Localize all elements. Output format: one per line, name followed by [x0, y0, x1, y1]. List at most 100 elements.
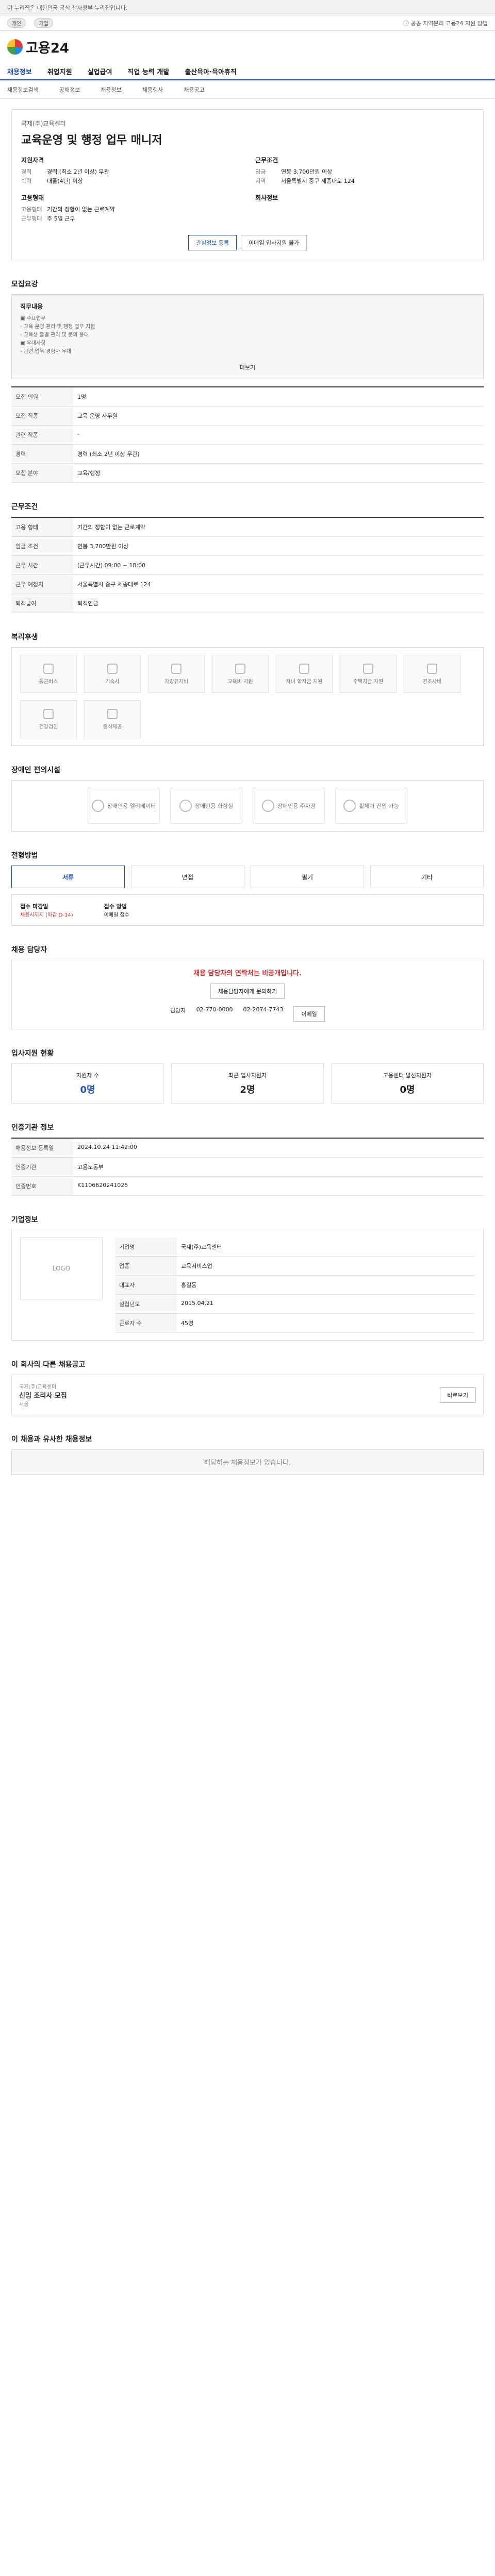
subnav-item-events[interactable]: 채용행사 [142, 86, 163, 94]
restroom-icon [179, 800, 192, 812]
logo[interactable]: 고용24 [7, 38, 69, 57]
book-icon [235, 663, 245, 674]
recruit-table: 모집 인원 1명 모집 직종 교육 운영 사무원 관련 직종 - 경력 경력 (최소 2… [11, 386, 484, 483]
disabled-section: 장애인 편의시설 장애인용 엘리베이터 장애인용 화장실 장애인용 주차장 휠체… [11, 765, 484, 832]
table-row: 근무 예정지 서울특별시 중구 세종대로 124 [11, 574, 484, 594]
table-row: 퇴직급여 퇴직연금 [11, 594, 484, 613]
welfare-label: 중식제공 [103, 724, 122, 730]
work-key: 근무 예정지 [11, 574, 73, 594]
table-row: 대표자 홍길동 [115, 1275, 475, 1295]
welfare-item: 교육비 지원 [212, 655, 269, 693]
view-button[interactable]: 바로보기 [439, 1387, 476, 1403]
qual-career-value: 경력 (최소 2년 이상) 무관 [47, 168, 109, 175]
org-value: K1106620241025 [73, 1176, 484, 1196]
welfare-label: 교육비 지원 [227, 679, 253, 685]
recruit-value: 교육 운영 사무원 [73, 406, 484, 426]
welfare-label: 기숙사 [105, 679, 120, 685]
company-key: 업종 [115, 1256, 177, 1276]
table-row: 채용정보 등록일 2024.10.24 11:42:00 [11, 1138, 484, 1158]
company-section: 기업정보 LOGO 기업명 국제(주)교육센터 업종 교육서비스업 대표자 홍길동 설… [11, 1214, 484, 1341]
work-section: 근무조건 고용 형태 기간의 정함이 없는 근로계약 임금 조건 연봉 3,700만… [11, 501, 484, 613]
tab-company[interactable]: 기업 [34, 18, 53, 28]
parking-icon [261, 800, 274, 812]
job-summary-card: 국제(주)교육센터 교육운영 및 행정 업무 매니저 지원자격 경력 경력 (최소… [11, 109, 484, 260]
status-section: 입사지원 현황 지원자 수 0명 최근 입사지원자 2명 고용센터 알선지원자 0명 [11, 1048, 484, 1104]
subnav-item-info[interactable]: 채용정보 [101, 86, 121, 94]
top-right-link[interactable]: ⓘ 공공 지역분리 고용24 지원 방법 [403, 19, 488, 27]
table-row: 경력 경력 (최소 2년 이상 무관) [11, 444, 484, 464]
employment-heading: 고용형태 [21, 194, 44, 201]
recruit-value: 경력 (최소 2년 이상 무관) [73, 444, 484, 464]
company-key: 설립년도 [115, 1294, 177, 1314]
contact-button[interactable]: 채용담당자에게 문의하기 [210, 984, 285, 999]
cond-region-key: 지역 [255, 178, 266, 184]
stat-recent: 최근 입사지원자 2명 [171, 1063, 324, 1104]
welfare-label: 건강검진 [39, 724, 58, 730]
list-item[interactable]: 국제(주)교육센터 신입 조리사 모집 서울 바로보기 [11, 1375, 484, 1415]
stat-label: 지원자 수 [76, 1072, 99, 1079]
contact-name: 담당자 [170, 1007, 186, 1014]
nav-item-parental[interactable]: 출산육아·육아휴직 [185, 66, 237, 76]
other-location: 서울 [19, 1402, 29, 1408]
interest-button[interactable]: 관심정보 등록 [188, 235, 237, 250]
org-value: 2024.10.24 11:42:00 [73, 1138, 484, 1158]
emp-type-value: 기간의 정함이 없는 근로계약 [47, 206, 115, 213]
stat-value: 0명 [80, 1084, 95, 1095]
stat-value: 0명 [400, 1084, 415, 1095]
stat-center: 고용센터 알선지원자 0명 [331, 1063, 484, 1104]
nav-item-jobs[interactable]: 채용정보 [7, 66, 32, 76]
table-row: 모집 분야 교육/행정 [11, 463, 484, 483]
status-title: 입사지원 현황 [11, 1049, 54, 1058]
stat-label: 최근 입사지원자 [228, 1072, 267, 1079]
company-key: 대표자 [115, 1275, 177, 1295]
top-bar: 이 누리집은 대한민국 공식 전자정부 누리집입니다. [0, 0, 495, 15]
cond-wage-value: 연봉 3,700만원 이상 [281, 168, 333, 175]
org-section: 인증기관 정보 채용정보 등록일 2024.10.24 11:42:00 인증기관… [11, 1122, 484, 1196]
nav-item-training[interactable]: 직업 능력 개발 [128, 66, 170, 76]
more-button[interactable]: 더보기 [20, 363, 475, 371]
welfare-label: 통근버스 [39, 679, 58, 685]
qual-edu-value: 대졸(4년) 이상 [47, 178, 83, 184]
welfare-item: 중식제공 [84, 700, 141, 738]
subnav-item-notice[interactable]: 채용공고 [184, 86, 204, 94]
welfare-label: 자녀 학자금 지원 [286, 679, 323, 685]
company-box: LOGO 기업명 국제(주)교육센터 업종 교육서비스업 대표자 홍길동 설립년도 20… [11, 1230, 484, 1341]
table-row: 인증기관 고용노동부 [11, 1157, 484, 1177]
tab-personal[interactable]: 개인 [7, 18, 26, 28]
subnav-item-public[interactable]: 공채정보 [59, 86, 80, 94]
work-value: 기간의 정함이 없는 근로계약 [73, 517, 484, 537]
email-apply-button[interactable]: 이메일 입사지원 불가 [241, 235, 307, 250]
org-table: 채용정보 등록일 2024.10.24 11:42:00 인증기관 고용노동부 인증… [11, 1138, 484, 1196]
table-row: 인증번호 K1106620241025 [11, 1176, 484, 1196]
contact-title: 채용 담당자 [11, 946, 47, 954]
feature-item: 장애인용 화장실 [170, 788, 242, 824]
other-jobs-title: 이 회사의 다른 채용공고 [11, 1361, 86, 1369]
table-row: 모집 인원 1명 [11, 387, 484, 406]
subnav-item-search[interactable]: 채용정보검색 [7, 86, 39, 94]
process-info: 접수 마감일 채용시까지 (마감 D-14) 접수 방법 이메일 접수 [11, 894, 484, 926]
feature-item: 장애인용 주차장 [253, 788, 325, 824]
header: 고용24 [0, 31, 495, 63]
health-icon [43, 708, 54, 719]
car-icon [171, 663, 182, 674]
welfare-label: 경조사비 [422, 679, 442, 685]
home-icon [107, 663, 118, 674]
company-name[interactable]: 국제(주)교육센터 [21, 119, 474, 128]
qualification-heading: 지원자격 [21, 157, 44, 164]
disabled-features: 장애인용 엘리베이터 장애인용 화장실 장애인용 주차장 휠체어 진입 가능 [11, 780, 484, 832]
desc-line: ▣ 우대사항 [20, 341, 46, 346]
nav-item-support[interactable]: 취업지원 [47, 66, 72, 76]
cap-icon [299, 663, 309, 674]
nav-item-benefit[interactable]: 실업급여 [88, 66, 112, 76]
desc-line: - 교육 운영 관리 및 행정 업무 지원 [20, 324, 95, 330]
desc-line: - 교육생 출결 관리 및 문의 응대 [20, 332, 89, 338]
contact-email-button[interactable]: 이메일 [293, 1006, 325, 1022]
desc-line: ▣ 주요업무 [20, 316, 46, 321]
work-table: 고용 형태 기간의 정함이 없는 근로계약 임금 조건 연봉 3,700만원 이상 … [11, 517, 484, 613]
welfare-label: 차량유지비 [164, 679, 188, 685]
table-row: 설립년도 2015.04.21 [115, 1294, 475, 1314]
table-row: 근로자 수 45명 [115, 1313, 475, 1333]
process-section: 전형방법 서류 면접 필기 기타 접수 마감일 채용시까지 (마감 D-14) … [11, 850, 484, 926]
stat-applicants: 지원자 수 0명 [11, 1063, 164, 1104]
welfare-item: 경조사비 [404, 655, 460, 693]
